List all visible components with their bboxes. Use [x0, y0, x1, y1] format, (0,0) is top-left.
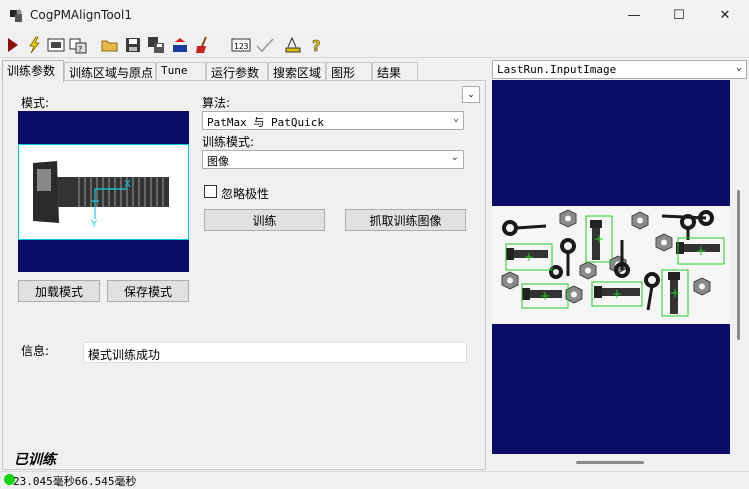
algorithm-select[interactable]: PatMax 与 PatQuick ⌄ — [202, 111, 464, 130]
help-button[interactable]: ? — [307, 35, 327, 55]
tab-graphics[interactable]: 图形 — [326, 62, 372, 81]
title-bar: CogPMAlignTool1 — ☐ ✕ — [0, 0, 749, 32]
horizontal-scroll-thumb[interactable] — [576, 461, 644, 464]
show-graphics-icon — [47, 38, 65, 52]
clear-button[interactable] — [193, 35, 213, 55]
train-button[interactable]: 训练 — [204, 209, 325, 231]
help-window-button[interactable]: ? — [68, 35, 88, 55]
maximize-icon: ☐ — [673, 7, 685, 23]
close-icon: ✕ — [719, 7, 731, 23]
window-title: CogPMAlignTool1 — [30, 8, 132, 22]
run-button[interactable] — [2, 35, 22, 55]
algorithm-label: 算法: — [202, 96, 231, 110]
model-label: 模式: — [21, 96, 50, 110]
chevron-down-icon: ⌄ — [735, 62, 742, 73]
clear-icon — [196, 36, 207, 53]
image-source-select[interactable]: LastRun.InputImage ⌄ — [492, 60, 747, 79]
palette-button[interactable] — [283, 35, 303, 55]
train-mode-select[interactable]: 图像 ⌄ — [202, 150, 464, 169]
run-icon — [8, 38, 18, 52]
save-model-button[interactable]: 保存模式 — [107, 280, 189, 302]
minimize-icon: — — [627, 7, 641, 23]
show-graphics-button[interactable] — [46, 35, 66, 55]
open-icon — [101, 40, 118, 52]
electric-icon — [29, 36, 40, 54]
numbers-icon: 123 — [231, 38, 251, 52]
electric-button[interactable] — [24, 35, 44, 55]
timing-text: 23.045毫秒66.545毫秒 — [13, 475, 137, 488]
load-model-button[interactable]: 加载模式 — [18, 280, 100, 302]
image-display[interactable] — [492, 80, 730, 454]
chevron-down-icon: ⌄ — [467, 89, 475, 100]
save-as-button[interactable] — [146, 35, 166, 55]
palette-icon — [285, 36, 301, 53]
check-icon — [256, 38, 274, 53]
axis-y-label: Y — [90, 219, 98, 230]
toolbar: ? 123 ? — [0, 32, 749, 58]
tab-tune[interactable]: Tune — [156, 62, 206, 81]
numbers-button[interactable]: 123 — [231, 35, 251, 55]
tab-strip: 训练参数 训练区域与原点 Tune 运行参数 搜索区域 图形 结果 — [0, 60, 488, 82]
expand-button[interactable]: ⌄ — [462, 86, 480, 103]
svg-text:?: ? — [78, 45, 82, 54]
chevron-down-icon: ⌄ — [450, 152, 459, 163]
app-icon — [10, 9, 22, 22]
svg-text:?: ? — [312, 37, 321, 54]
tab-results[interactable]: 结果 — [372, 62, 418, 81]
tab-train-region[interactable]: 训练区域与原点 — [64, 62, 156, 81]
save-as-icon — [148, 37, 164, 53]
image-source-value: LastRun.InputImage — [497, 63, 617, 76]
model-image: X Y — [18, 144, 189, 240]
svg-text:123: 123 — [234, 42, 249, 51]
ignore-polarity-checkbox[interactable] — [204, 185, 217, 198]
help-icon: ? — [312, 37, 321, 54]
ignore-polarity-label: 忽略极性 — [221, 187, 270, 201]
open-button[interactable] — [100, 35, 120, 55]
trained-status: 已训练 — [14, 452, 56, 468]
close-button[interactable]: ✕ — [702, 0, 748, 30]
save-icon — [126, 38, 140, 52]
vertical-scroll-thumb[interactable] — [737, 190, 740, 340]
model-image-view: X Y — [18, 111, 189, 272]
parts-image — [492, 206, 730, 324]
horizontal-scrollbar[interactable] — [492, 456, 730, 468]
chevron-down-icon: ⌄ — [452, 113, 459, 124]
reset-button[interactable] — [170, 35, 190, 55]
tab-train-params[interactable]: 训练参数 — [2, 60, 64, 82]
algorithm-value: PatMax 与 PatQuick — [207, 116, 324, 129]
axis-x-label: X — [124, 179, 131, 190]
bolt-model-image: X Y — [19, 145, 188, 239]
train-mode-value: 图像 — [207, 155, 229, 168]
maximize-button[interactable]: ☐ — [656, 0, 702, 30]
help-window-icon: ? — [69, 38, 87, 54]
check-button[interactable] — [255, 35, 275, 55]
grab-train-image-button[interactable]: 抓取训练图像 — [345, 209, 466, 231]
minimize-button[interactable]: — — [611, 0, 657, 30]
save-button[interactable] — [123, 35, 143, 55]
vertical-scrollbar[interactable] — [732, 80, 747, 454]
status-bar: 23.045毫秒66.545毫秒 — [0, 471, 749, 488]
info-field: 模式训练成功 — [83, 342, 467, 363]
train-mode-label: 训练模式: — [202, 135, 255, 149]
reset-icon — [173, 38, 187, 52]
info-label: 信息: — [21, 344, 50, 358]
tool-window: CogPMAlignTool1 — ☐ ✕ ? 123 ? 训练参数 训练区域与… — [0, 0, 749, 488]
run-image — [492, 206, 730, 324]
tab-search-region[interactable]: 搜索区域 — [268, 62, 326, 81]
tab-run-params[interactable]: 运行参数 — [206, 62, 268, 81]
